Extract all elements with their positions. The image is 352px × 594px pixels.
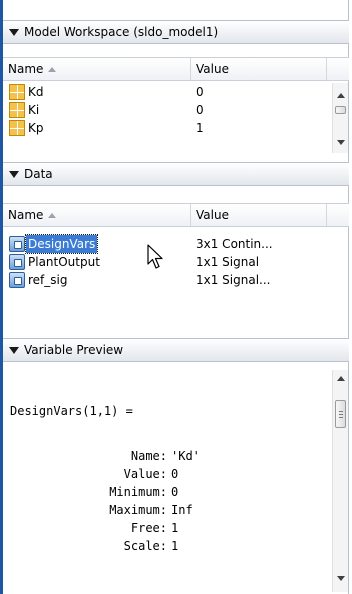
sort-ascending-icon [48, 212, 57, 218]
variable-value: 1x1 Signal [196, 255, 260, 269]
matrix-variable-icon [9, 102, 25, 118]
preview-field-label: Minimum: [109, 485, 167, 499]
scroll-up-arrow-icon[interactable] [337, 93, 345, 98]
table-row[interactable]: Kd 0 [3, 83, 333, 101]
preview-field-label: Name: [130, 449, 167, 463]
collapse-triangle-icon[interactable] [9, 28, 19, 36]
preview-field-value: 0 [171, 485, 179, 499]
matrix-variable-icon [9, 120, 25, 136]
collapse-triangle-icon[interactable] [9, 346, 19, 354]
table-row[interactable]: ref_sig 1x1 Signal... [3, 271, 349, 289]
collapse-triangle-icon[interactable] [9, 170, 19, 178]
variable-value: 0 [196, 85, 204, 99]
object-variable-icon [9, 254, 25, 270]
scroll-thumb[interactable] [335, 106, 346, 114]
variable-preview-content[interactable]: DesignVars(1,1) = Name: 'Kd' Value: 0 Mi… [3, 373, 333, 594]
data-column-header: Name Value [3, 203, 349, 227]
variable-name-selected: DesignVars [24, 234, 99, 254]
variable-preview-title: Variable Preview [24, 343, 124, 357]
preview-field-value: 1 [171, 539, 179, 553]
thumb-grip-line [339, 414, 343, 415]
scroll-down-arrow-icon[interactable] [337, 140, 345, 145]
scroll-down-arrow-icon[interactable] [337, 576, 345, 581]
data-header[interactable]: Data [3, 162, 349, 186]
object-variable-icon [9, 236, 25, 252]
variable-preview-scrollbar[interactable] [332, 370, 348, 592]
name-column-header[interactable]: Name [3, 58, 191, 80]
value-column-label: Value [196, 208, 229, 222]
variable-value: 1 [196, 121, 204, 135]
preview-field-value: 'Kd' [171, 449, 200, 463]
preview-field-label: Scale: [123, 539, 167, 553]
model-workspace-scrollbar[interactable] [332, 83, 348, 153]
scroll-thumb[interactable] [335, 400, 346, 428]
variable-value: 0 [196, 103, 204, 117]
variable-value: 1x1 Signal... [196, 273, 271, 287]
preview-field-value: Inf [171, 503, 193, 517]
value-column-label: Value [196, 62, 229, 76]
variable-name: ref_sig [28, 273, 68, 287]
variable-value: 3x1 Contin... [196, 237, 273, 251]
preview-field-value: 0 [171, 467, 179, 481]
thumb-grip-line [339, 411, 343, 412]
variable-name: Kd [28, 85, 44, 99]
variable-name: Ki [28, 103, 40, 117]
preview-field-label: Maximum: [109, 503, 167, 517]
preview-field-label: Value: [123, 467, 167, 481]
table-row[interactable]: Ki 0 [3, 101, 333, 119]
thumb-grip-line [339, 417, 343, 418]
value-column-header[interactable]: Value [191, 58, 327, 80]
preview-field-label: Free: [130, 521, 167, 535]
sort-ascending-icon [48, 66, 57, 72]
variable-name: PlantOutput [28, 255, 100, 269]
table-row[interactable]: PlantOutput 1x1 Signal [3, 253, 349, 271]
workspace-panel: Model Workspace (sldo_model1) Name Value… [3, 0, 349, 594]
preview-header-line: DesignVars(1,1) = [10, 404, 133, 418]
scroll-up-arrow-icon[interactable] [337, 376, 345, 381]
matrix-variable-icon [9, 84, 25, 100]
data-title: Data [24, 167, 53, 181]
model-workspace-title: Model Workspace (sldo_model1) [24, 25, 219, 39]
table-row[interactable]: Kp 1 [3, 119, 333, 137]
variable-name: Kp [28, 121, 44, 135]
name-column-label: Name [8, 208, 44, 222]
mouse-pointer-icon [147, 244, 163, 269]
model-workspace-header[interactable]: Model Workspace (sldo_model1) [3, 20, 349, 44]
object-variable-icon [9, 272, 25, 288]
variable-preview-header[interactable]: Variable Preview [3, 338, 349, 362]
name-column-header[interactable]: Name [3, 204, 191, 226]
table-row[interactable]: DesignVars 3x1 Contin... [3, 234, 349, 254]
preview-field-value: 1 [171, 521, 179, 535]
value-column-header[interactable]: Value [191, 204, 327, 226]
name-column-label: Name [8, 62, 44, 76]
model-workspace-column-header: Name Value [3, 57, 349, 81]
